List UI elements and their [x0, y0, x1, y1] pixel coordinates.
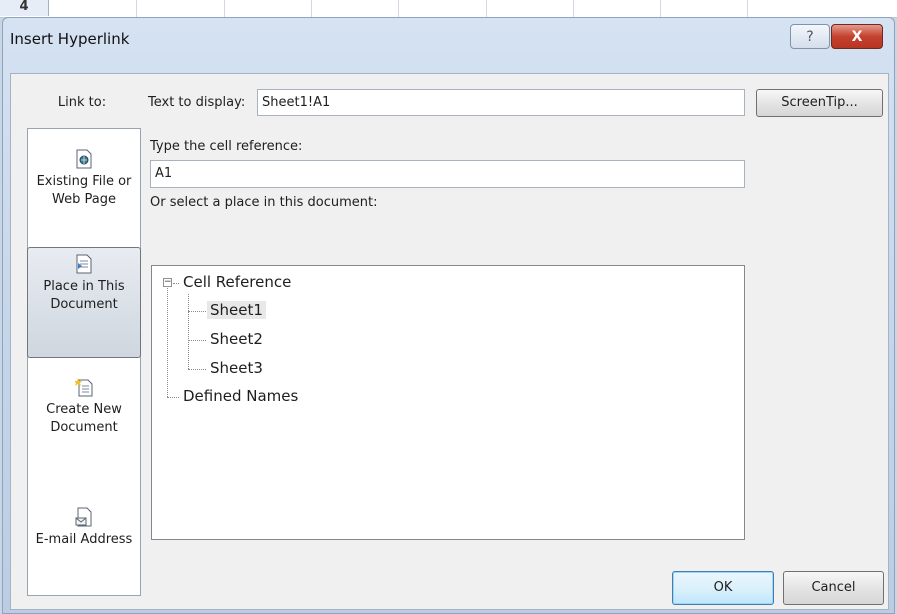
- dialog-body: Link to: Existing File or Web Page Place…: [10, 73, 889, 610]
- collapse-icon[interactable]: −: [163, 278, 172, 287]
- document-place-tree[interactable]: − Cell Reference Sheet1 Sheet2 Sheet3 De…: [151, 265, 745, 540]
- tree-node-sheet1[interactable]: Sheet1: [207, 301, 266, 319]
- grid-line: [486, 0, 487, 17]
- link-create-line2: Document: [50, 420, 118, 435]
- link-to-label: Link to:: [57, 95, 107, 110]
- dialog-title: Insert Hyperlink: [10, 30, 130, 48]
- link-email-address[interactable]: E-mail Address: [28, 507, 140, 549]
- grid-line: [660, 0, 661, 17]
- new-document-icon: [75, 378, 93, 397]
- grid-line: [311, 0, 312, 17]
- help-button[interactable]: ?: [790, 24, 830, 49]
- tree-connector: [188, 311, 206, 312]
- text-to-display-input[interactable]: Sheet1!A1: [257, 89, 745, 116]
- tree-connector: [188, 340, 206, 341]
- tree-node-cell-reference[interactable]: Cell Reference: [183, 273, 291, 291]
- link-place-line2: Document: [50, 297, 118, 312]
- cell-reference-label: Type the cell reference:: [150, 139, 303, 154]
- link-to-panel: Existing File or Web Page Place in This …: [27, 128, 141, 596]
- tree-connector: [173, 283, 179, 284]
- grid-line: [573, 0, 574, 17]
- link-existing-file[interactable]: Existing File or Web Page: [28, 149, 140, 209]
- text-to-display-label: Text to display:: [148, 95, 246, 110]
- link-existing-file-line1: Existing File or: [36, 174, 132, 189]
- grid-line: [224, 0, 225, 17]
- cancel-button[interactable]: Cancel: [783, 571, 884, 605]
- link-create-line1: Create New: [46, 402, 122, 417]
- document-icon: [76, 254, 92, 274]
- cell-reference-input[interactable]: A1: [150, 160, 745, 188]
- grid-line: [398, 0, 399, 17]
- tree-node-sheet3[interactable]: Sheet3: [210, 359, 263, 377]
- row-number: 4: [0, 0, 49, 16]
- link-create-new-document[interactable]: Create New Document: [28, 377, 140, 437]
- screentip-button[interactable]: ScreenTip...: [756, 89, 883, 117]
- ok-button[interactable]: OK: [672, 571, 774, 605]
- close-button[interactable]: X: [831, 24, 883, 49]
- tree-connector: [167, 397, 179, 398]
- link-place-in-document[interactable]: Place in This Document: [27, 247, 141, 358]
- tree-node-defined-names[interactable]: Defined Names: [183, 387, 298, 405]
- email-icon: [75, 507, 92, 527]
- tree-node-sheet2[interactable]: Sheet2: [210, 330, 263, 348]
- link-email-line1: E-mail Address: [35, 532, 133, 547]
- tree-connector: [188, 294, 189, 369]
- place-select-label: Or select a place in this document:: [150, 195, 378, 210]
- tree-connector: [188, 369, 206, 370]
- spreadsheet-background: 4: [0, 0, 897, 18]
- tree-connector: [167, 288, 168, 397]
- grid-line: [747, 0, 748, 17]
- insert-hyperlink-dialog: Insert Hyperlink ? X Link to: Existing F…: [2, 17, 895, 614]
- link-existing-file-line2: Web Page: [52, 192, 116, 207]
- link-place-line1: Place in This: [43, 279, 125, 294]
- web-page-icon: [76, 149, 92, 169]
- grid-line: [136, 0, 137, 17]
